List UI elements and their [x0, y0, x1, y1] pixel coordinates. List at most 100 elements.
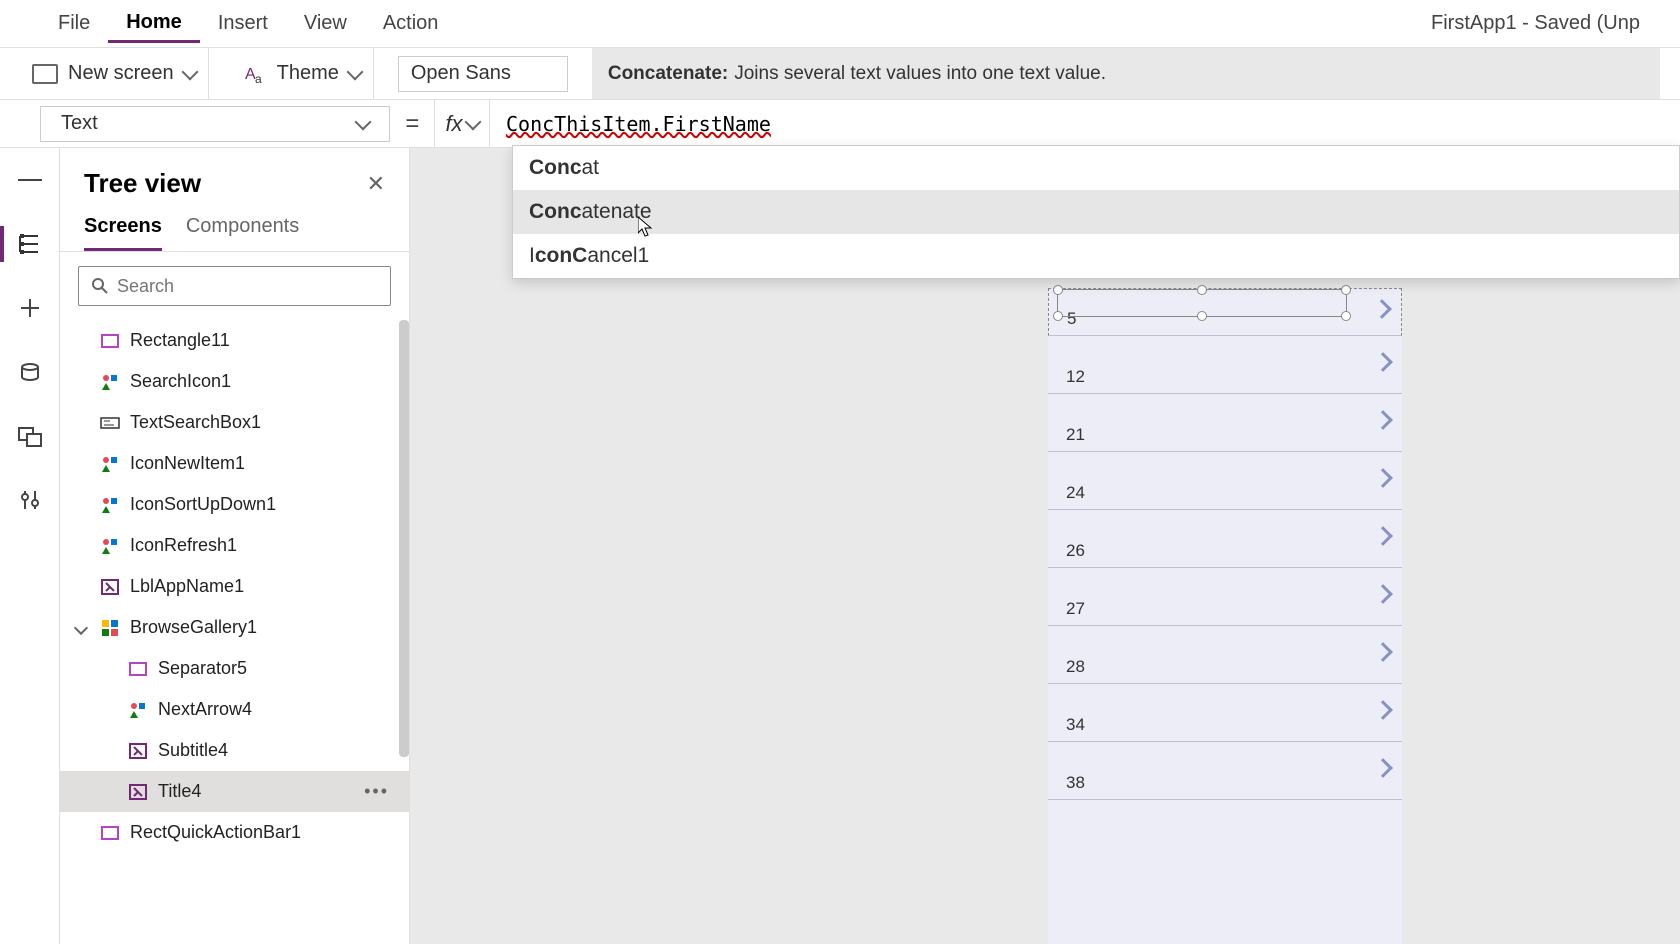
- gallery-value: 26: [1066, 541, 1085, 561]
- gallery-item[interactable]: 12: [1048, 336, 1402, 394]
- menu-bar: File Home Insert View Action FirstApp1 -…: [0, 0, 1680, 48]
- chevron-down-icon: [355, 113, 372, 130]
- textbox-icon: [100, 413, 120, 433]
- search-input[interactable]: [78, 266, 391, 306]
- chevron-right-icon[interactable]: [1372, 299, 1392, 319]
- tooltip-title: Concatenate:: [608, 63, 728, 85]
- tooltip-desc: Joins several text values into one text …: [734, 63, 1106, 85]
- search-field[interactable]: [117, 276, 378, 297]
- resize-handle[interactable]: [1053, 285, 1063, 295]
- font-dropdown[interactable]: Open Sans: [398, 56, 568, 92]
- label-icon: [128, 741, 148, 761]
- tools-icon[interactable]: [18, 488, 42, 512]
- resize-handle[interactable]: [1341, 311, 1351, 321]
- menu-file[interactable]: File: [40, 6, 108, 41]
- gallery-icon: [100, 618, 120, 638]
- property-dropdown[interactable]: Text: [40, 106, 390, 142]
- label-icon: [100, 577, 120, 597]
- gallery-item[interactable]: 34: [1048, 684, 1402, 742]
- label-icon: [128, 782, 148, 802]
- resize-handle[interactable]: [1197, 311, 1207, 321]
- gallery-item[interactable]: 24: [1048, 452, 1402, 510]
- tree-item-browsegallery1[interactable]: BrowseGallery1: [60, 607, 409, 648]
- theme-button[interactable]: Aa Theme: [233, 48, 374, 99]
- tree-item-textsearchbox1[interactable]: TextSearchBox1: [60, 402, 409, 443]
- tab-components[interactable]: Components: [186, 215, 299, 251]
- intellisense-item-iconcancel1[interactable]: IconCancel1: [513, 234, 1679, 278]
- fx-label: fx: [445, 111, 462, 137]
- tree-item-rectquickactionbar1[interactable]: RectQuickActionBar1: [60, 812, 409, 853]
- app-title: FirstApp1 - Saved (Unp: [1431, 12, 1640, 35]
- chevron-right-icon[interactable]: [1373, 758, 1393, 778]
- function-tooltip: Concatenate: Joins several text values i…: [592, 48, 1660, 99]
- intellisense-item-concat[interactable]: Concat: [513, 146, 1679, 190]
- tree-item-separator5[interactable]: Separator5: [60, 648, 409, 689]
- icon-group-icon: [100, 454, 120, 474]
- hamburger-icon[interactable]: [18, 168, 42, 192]
- menu-view[interactable]: View: [286, 6, 365, 41]
- chevron-right-icon[interactable]: [1373, 584, 1393, 604]
- gallery-item[interactable]: 38: [1048, 742, 1402, 800]
- tree-item-title4[interactable]: Title4 •••: [60, 771, 409, 812]
- intellisense-item-concatenate[interactable]: Concatenate: [513, 190, 1679, 234]
- chevron-right-icon[interactable]: [1373, 642, 1393, 662]
- ribbon-toolbar: New screen Aa Theme Open Sans Concatenat…: [0, 48, 1680, 100]
- tree-item-rectangle11[interactable]: Rectangle11: [60, 320, 409, 361]
- menu-insert[interactable]: Insert: [200, 6, 286, 41]
- selected-label-box[interactable]: [1057, 289, 1347, 317]
- gallery-item[interactable]: 28: [1048, 626, 1402, 684]
- tree-title: Tree view: [84, 168, 201, 199]
- theme-icon: Aa: [245, 63, 267, 85]
- formula-input[interactable]: ConcThisItem.FirstName: [490, 112, 1680, 136]
- svg-text:a: a: [255, 72, 262, 85]
- chevron-down-icon[interactable]: [74, 620, 88, 634]
- chevron-right-icon[interactable]: [1373, 352, 1393, 372]
- theme-label: Theme: [277, 62, 339, 85]
- icon-group-icon: [128, 700, 148, 720]
- icon-group-icon: [100, 495, 120, 515]
- font-name: Open Sans: [411, 62, 511, 85]
- menu-action[interactable]: Action: [365, 6, 457, 41]
- tree-item-iconrefresh1[interactable]: IconRefresh1: [60, 525, 409, 566]
- chevron-right-icon[interactable]: [1373, 526, 1393, 546]
- gallery-value: 27: [1066, 599, 1085, 619]
- icon-group-icon: [100, 536, 120, 556]
- chevron-right-icon[interactable]: [1373, 468, 1393, 488]
- resize-handle[interactable]: [1053, 311, 1063, 321]
- formula-bar: Text = fx ConcThisItem.FirstName: [0, 100, 1680, 148]
- gallery-item-selected[interactable]: 5: [1048, 288, 1402, 336]
- menu-home[interactable]: Home: [108, 5, 200, 43]
- chevron-right-icon[interactable]: [1373, 700, 1393, 720]
- tree-item-searchicon1[interactable]: SearchIcon1: [60, 361, 409, 402]
- tree-item-lblappname1[interactable]: LblAppName1: [60, 566, 409, 607]
- close-icon[interactable]: ✕: [367, 171, 385, 197]
- resize-handle[interactable]: [1341, 285, 1351, 295]
- resize-handle[interactable]: [1197, 285, 1207, 295]
- chevron-down-icon: [346, 63, 363, 80]
- icon-group-icon: [100, 372, 120, 392]
- media-icon[interactable]: [18, 424, 42, 448]
- more-icon[interactable]: •••: [364, 781, 389, 802]
- gallery-value: 28: [1066, 657, 1085, 677]
- add-icon[interactable]: [18, 296, 42, 320]
- tree-item-subtitle4[interactable]: Subtitle4: [60, 730, 409, 771]
- fx-button[interactable]: fx: [434, 100, 490, 147]
- tree-tabs: Screens Components: [60, 207, 409, 252]
- tab-screens[interactable]: Screens: [84, 215, 162, 251]
- gallery-item[interactable]: 26: [1048, 510, 1402, 568]
- tree-panel: Tree view ✕ Screens Components Rectangle…: [60, 148, 410, 944]
- tree-view-icon[interactable]: [18, 232, 42, 256]
- new-screen-button[interactable]: New screen: [20, 48, 209, 99]
- rectangle-icon: [128, 659, 148, 679]
- property-name: Text: [61, 112, 98, 135]
- gallery-item[interactable]: 21: [1048, 394, 1402, 452]
- app-preview: 5 12 21 24 26 27 28 34 38: [1048, 288, 1402, 944]
- mouse-cursor-icon: [638, 217, 654, 239]
- data-icon[interactable]: [18, 360, 42, 384]
- chevron-right-icon[interactable]: [1373, 410, 1393, 430]
- gallery-item[interactable]: 27: [1048, 568, 1402, 626]
- gallery-value: 38: [1066, 773, 1085, 793]
- tree-item-iconnewitem1[interactable]: IconNewItem1: [60, 443, 409, 484]
- tree-item-nextarrow4[interactable]: NextArrow4: [60, 689, 409, 730]
- tree-item-iconsortupdown1[interactable]: IconSortUpDown1: [60, 484, 409, 525]
